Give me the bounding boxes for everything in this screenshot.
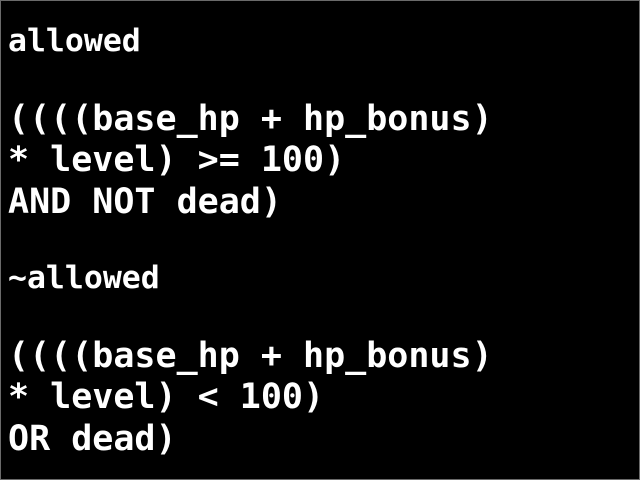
expression-line: AND NOT dead) bbox=[8, 182, 282, 222]
section-heading-not-allowed: ~allowed bbox=[8, 260, 160, 296]
expression-line: ((((base_hp + hp_bonus) bbox=[8, 336, 493, 376]
section-heading-allowed: allowed bbox=[8, 23, 141, 59]
screen: allowed ((((base_hp + hp_bonus) * level)… bbox=[0, 0, 640, 480]
expression-line: ((((base_hp + hp_bonus) bbox=[8, 99, 493, 139]
expression-line: * level) < 100) bbox=[8, 377, 325, 417]
expression-line: OR dead) bbox=[8, 419, 177, 459]
expression-line: * level) >= 100) bbox=[8, 140, 346, 180]
